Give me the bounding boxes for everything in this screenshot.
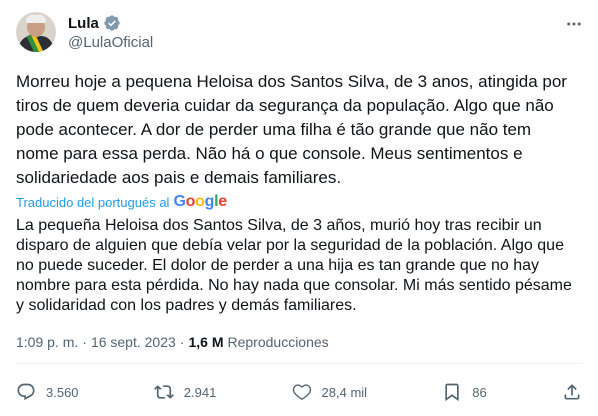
- author-handle[interactable]: @LulaOficial: [68, 34, 153, 51]
- meta-separator: ·: [82, 334, 87, 350]
- bookmark-button[interactable]: 86: [442, 382, 487, 402]
- reply-count: 3.560: [46, 384, 79, 400]
- verified-badge-icon: [104, 15, 120, 31]
- translation-label: Traducido del portugués al: [16, 194, 170, 210]
- bookmark-icon: [445, 383, 459, 402]
- like-count: 28,4 mil: [321, 384, 368, 400]
- repost-button[interactable]: 2.941: [153, 382, 217, 402]
- post-date[interactable]: 16 sept. 2023: [91, 334, 176, 350]
- google-logo: Google: [173, 193, 227, 210]
- views-count: 1,6 M: [188, 334, 224, 350]
- views-label: Reproducciones: [227, 334, 329, 350]
- meta-separator-2: ·: [179, 334, 185, 350]
- reply-icon: [17, 383, 35, 401]
- translated-text: La pequeña Heloisa dos Santos Silva, de …: [16, 217, 572, 314]
- more-icon: [567, 22, 581, 26]
- post-text: Morreu hoje a pequena Heloisa dos Santos…: [16, 72, 567, 187]
- action-bar: 3.560 2.941 28,4 mil 86: [16, 372, 582, 412]
- tweet: Lula @LulaOficial Morreu hoje a pequena …: [0, 0, 598, 416]
- divider: [16, 363, 582, 364]
- reply-button[interactable]: 3.560: [16, 382, 79, 402]
- like-icon: [292, 384, 311, 400]
- bookmark-count: 86: [472, 384, 487, 400]
- author-name-row: Lula: [68, 13, 121, 33]
- like-button[interactable]: 28,4 mil: [292, 382, 368, 402]
- post-time[interactable]: 1:09 p. m.: [16, 334, 78, 350]
- share-button[interactable]: [562, 382, 582, 402]
- author-name[interactable]: Lula: [68, 15, 99, 32]
- translation-attribution[interactable]: Traducido del portugués al Google: [16, 193, 227, 211]
- more-options-button[interactable]: [564, 14, 584, 34]
- share-icon: [564, 384, 580, 400]
- repost-count: 2.941: [183, 384, 217, 400]
- avatar[interactable]: [16, 12, 56, 52]
- post-meta: 1:09 p. m. · 16 sept. 2023 · 1,6 M Repro…: [16, 334, 329, 350]
- repost-icon: [153, 385, 174, 399]
